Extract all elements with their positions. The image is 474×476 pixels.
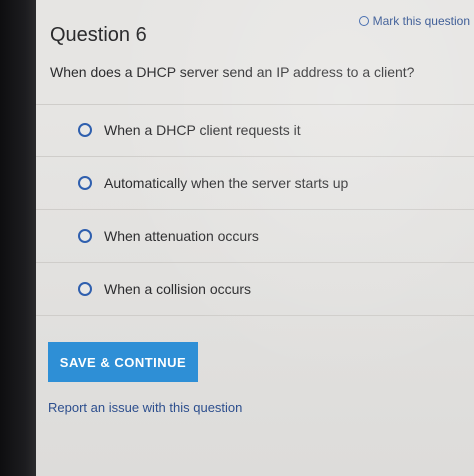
answer-option-2[interactable]: Automatically when the server starts up xyxy=(36,157,474,210)
report-issue-link[interactable]: Report an issue with this question xyxy=(48,400,242,415)
mark-question-label[interactable]: Mark this question xyxy=(373,14,470,28)
save-continue-button[interactable]: SAVE & CONTINUE xyxy=(48,342,198,382)
quiz-screen: Question 6 Mark this question When does … xyxy=(36,0,474,476)
radio-icon[interactable] xyxy=(78,282,92,296)
answer-option-1[interactable]: When a DHCP client requests it xyxy=(36,104,474,157)
answer-option-3[interactable]: When attenuation occurs xyxy=(36,210,474,263)
mark-radio-icon[interactable] xyxy=(358,16,369,26)
mark-question-toggle[interactable]: Mark this question xyxy=(358,14,470,28)
answer-option-label[interactable]: Automatically when the server starts up xyxy=(104,175,348,191)
radio-icon[interactable] xyxy=(78,229,92,243)
answer-options: When a DHCP client requests it Automatic… xyxy=(36,104,474,316)
answer-option-label[interactable]: When a collision occurs xyxy=(104,281,251,297)
answer-option-4[interactable]: When a collision occurs xyxy=(36,263,474,316)
radio-icon[interactable] xyxy=(78,123,92,137)
question-text: When does a DHCP server send an IP addre… xyxy=(50,64,415,80)
question-title: Question 6 xyxy=(50,24,147,46)
question-header: Question 6 Mark this question When does … xyxy=(36,0,474,105)
answer-option-label[interactable]: When a DHCP client requests it xyxy=(104,122,301,138)
answer-option-label[interactable]: When attenuation occurs xyxy=(104,228,259,244)
monitor-bezel xyxy=(0,0,36,476)
radio-icon[interactable] xyxy=(78,176,92,190)
